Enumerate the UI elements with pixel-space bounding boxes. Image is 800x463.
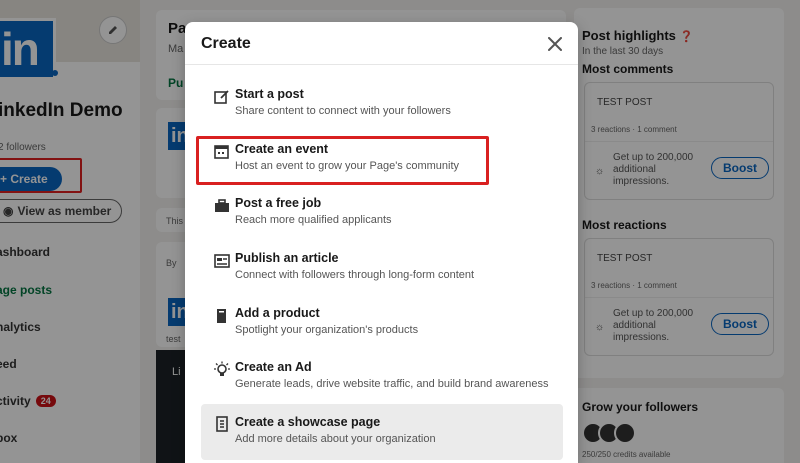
close-button[interactable] <box>544 33 566 55</box>
modal-header: Create <box>185 22 578 65</box>
option-title: Post a free job <box>235 196 322 210</box>
option-create-ad[interactable]: Create an Ad Generate leads, drive websi… <box>201 355 563 405</box>
option-publish-article[interactable]: Publish an article Connect with follower… <box>201 246 563 296</box>
option-desc: Generate leads, drive website traffic, a… <box>235 378 549 390</box>
pencil-square-icon <box>214 90 229 104</box>
option-create-showcase[interactable]: Create a showcase page Add more details … <box>201 404 563 460</box>
option-title: Add a product <box>235 306 320 320</box>
lightbulb-icon <box>214 361 230 376</box>
option-desc: Add more details about your organization <box>235 433 436 445</box>
option-title: Start a post <box>235 87 304 101</box>
option-title: Create an Ad <box>235 360 312 374</box>
create-modal: Create Start a post Share content to con… <box>185 22 578 463</box>
briefcase-icon <box>215 199 229 212</box>
option-desc: Reach more qualified applicants <box>235 214 392 226</box>
highlight-box-create-event <box>196 136 489 185</box>
option-start-post[interactable]: Start a post Share content to connect wi… <box>201 82 563 132</box>
option-title: Create a showcase page <box>235 415 381 429</box>
modal-title: Create <box>201 35 251 52</box>
close-icon <box>548 37 562 51</box>
option-post-job[interactable]: Post a free job Reach more qualified app… <box>201 191 563 241</box>
showcase-icon <box>216 416 228 432</box>
option-desc: Share content to connect with your follo… <box>235 105 451 117</box>
article-icon <box>214 254 230 268</box>
option-desc: Connect with followers through long-form… <box>235 269 475 281</box>
product-icon <box>217 309 226 323</box>
option-title: Publish an article <box>235 251 339 265</box>
option-add-product[interactable]: Add a product Spotlight your organizatio… <box>201 301 563 351</box>
option-desc: Spotlight your organization's products <box>235 324 419 336</box>
